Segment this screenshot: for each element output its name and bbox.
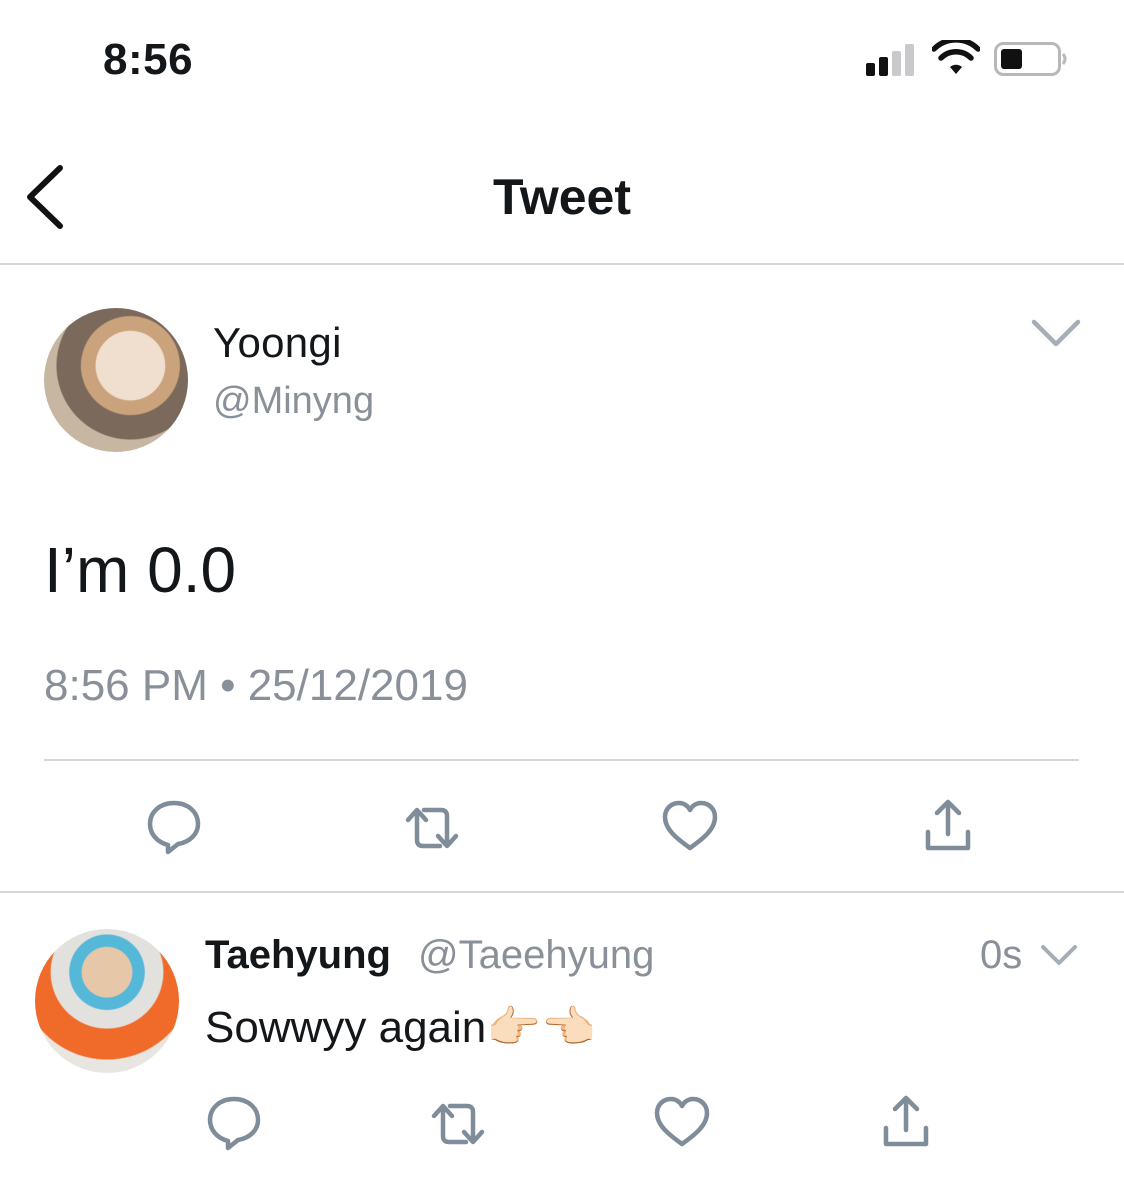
reply-like-button[interactable]	[652, 1092, 712, 1152]
share-button[interactable]	[918, 796, 978, 856]
wifi-icon	[931, 37, 981, 76]
share-icon	[883, 1095, 929, 1147]
reply-button[interactable]	[144, 796, 204, 856]
author-name[interactable]: Yoongi	[213, 318, 342, 368]
cellular-signal-icon	[866, 44, 920, 76]
reply-reply-button[interactable]	[204, 1092, 264, 1152]
comment-icon	[147, 800, 201, 855]
tweet-timestamp: 8:56 PM • 25/12/2019	[44, 661, 468, 710]
more-options-button[interactable]	[1030, 316, 1082, 350]
page-title: Tweet	[493, 169, 631, 225]
section-divider	[0, 891, 1124, 893]
retweet-button[interactable]	[402, 798, 462, 858]
reply-time: 0s	[980, 933, 1023, 977]
reply-author-avatar[interactable]	[35, 929, 179, 1073]
chevron-down-icon	[1041, 945, 1077, 965]
chevron-down-icon	[1031, 319, 1081, 347]
status-time: 8:56	[103, 35, 194, 84]
reply-text: Sowwyy again👉🏻👈🏻	[205, 1003, 596, 1052]
reply-more-options-button[interactable]	[1040, 942, 1078, 970]
retweet-icon	[405, 807, 459, 849]
retweet-icon	[431, 1103, 485, 1145]
reply-retweet-button[interactable]	[428, 1094, 488, 1154]
tweet-divider	[44, 759, 1079, 761]
reply-author-handle[interactable]: @Taeehyung	[418, 930, 654, 980]
reply-share-button[interactable]	[876, 1092, 936, 1152]
reply-author-name[interactable]: Taehyung	[205, 930, 391, 980]
share-icon	[925, 799, 971, 851]
author-handle[interactable]: @Minyng	[213, 378, 374, 424]
heart-icon	[662, 800, 718, 851]
battery-icon	[994, 42, 1068, 76]
header-divider	[0, 263, 1124, 265]
like-button[interactable]	[660, 796, 720, 856]
heart-icon	[654, 1096, 710, 1147]
comment-icon	[207, 1096, 261, 1151]
tweet-text: I’m 0.0	[44, 534, 237, 606]
author-avatar[interactable]	[44, 308, 188, 452]
